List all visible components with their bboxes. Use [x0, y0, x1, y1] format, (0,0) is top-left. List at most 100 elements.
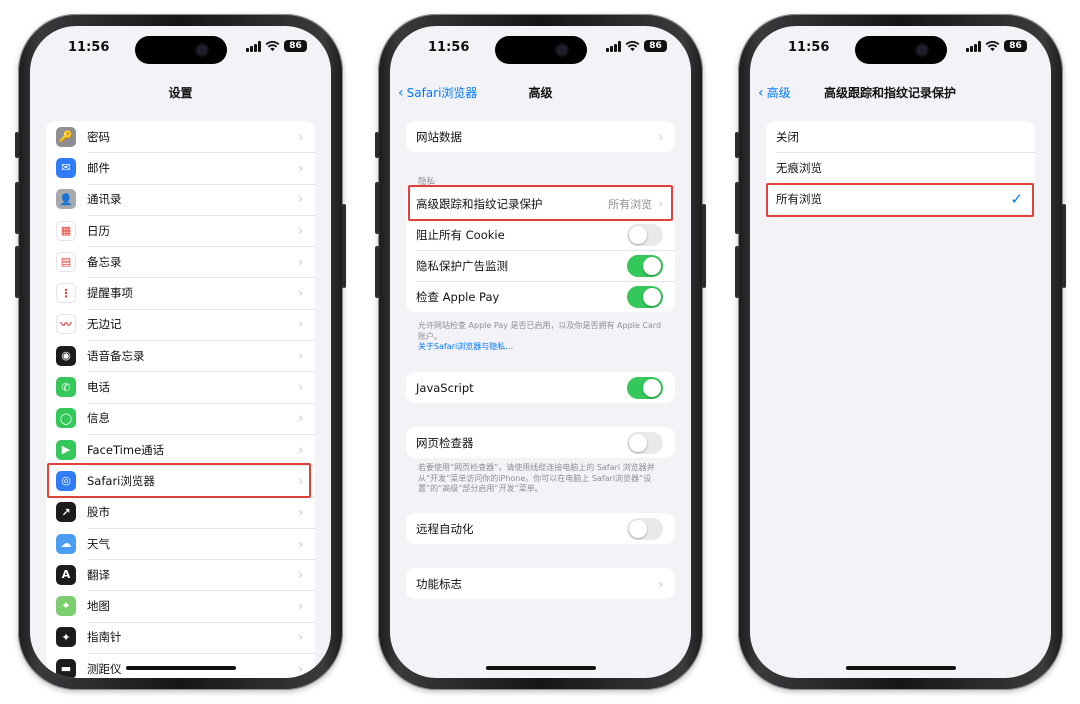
row-label: JavaScript — [416, 380, 474, 395]
highlight-all-browsing — [766, 183, 1034, 217]
apple-pay-note: 允许网站检查 Apple Pay 是否已启用，以及你是否拥有 Apple Car… — [418, 321, 665, 353]
dynamic-island — [854, 36, 947, 64]
row-label: 信息 — [87, 411, 110, 426]
block-cookies-row: 阻止所有 Cookie — [406, 219, 675, 250]
settings-row[interactable]: ▦ 日历 › — [46, 214, 315, 246]
row-label: 指南针 — [87, 630, 122, 645]
chevron-right-icon: › — [298, 129, 303, 144]
dynamic-island — [134, 36, 227, 64]
settings-row[interactable]: ◉ 语音备忘录 › — [46, 340, 315, 371]
settings-row[interactable]: ↗ 股市 › — [46, 496, 315, 528]
row-label: 备忘录 — [87, 254, 122, 269]
back-button[interactable]: ‹ 高级 — [758, 84, 791, 101]
home-indicator — [845, 666, 956, 670]
nav-bar: 设置 — [30, 84, 331, 106]
status-icons: 86 — [246, 40, 307, 52]
feature-flags-row[interactable]: 功能标志 › — [406, 568, 675, 599]
settings-list: 🔑 密码 › ✉ 邮件 › 👤 通讯录 › ▦ 日历 › ▤ 备忘录 › ⋮ 提醒事项 › 〰无边记 › ◉ 语音备忘录 ›… — [46, 121, 315, 678]
chevron-right-icon: › — [298, 223, 303, 238]
row-label: 远程自动化 — [416, 521, 474, 536]
page-title: 高级跟踪和指纹记录保护 — [824, 86, 957, 100]
option-private[interactable]: 无痕浏览 — [766, 152, 1035, 183]
remote-automation-group: 远程自动化 — [406, 513, 675, 544]
website-data-row[interactable]: 网站数据 › — [406, 121, 675, 152]
translate-icon: A — [56, 564, 76, 585]
wifi-icon — [625, 41, 640, 52]
settings-row[interactable]: ✦ 指南针 › — [46, 621, 315, 653]
volume-down-button — [15, 246, 19, 298]
screen-settings: 11:56 86 设置 🔑 密码 › ✉ 邮件 › 👤 通讯录 › ▦ 日历 › ▤ 备忘录 › ⋮ 提醒事项 ›… — [30, 26, 331, 678]
messages-icon: ◯ — [56, 408, 76, 429]
settings-row[interactable]: ✉ 邮件 › — [46, 152, 315, 183]
settings-row[interactable]: 🔑 密码 › — [46, 121, 315, 152]
battery-icon: 86 — [644, 40, 667, 52]
settings-row[interactable]: ⋮ 提醒事项 › — [46, 277, 315, 308]
apple-pay-row: 检查 Apple Pay — [406, 281, 675, 312]
contacts-icon: 👤 — [56, 189, 76, 210]
remote-automation-toggle[interactable] — [627, 517, 663, 540]
dynamic-island — [494, 36, 587, 64]
chevron-right-icon: › — [298, 411, 303, 426]
chevron-right-icon: › — [298, 192, 303, 207]
power-button — [1062, 204, 1066, 288]
page-title: 高级 — [528, 86, 553, 100]
javascript-toggle[interactable] — [627, 376, 663, 399]
status-icons: 86 — [966, 40, 1027, 52]
highlight-safari — [47, 463, 311, 498]
settings-row[interactable]: ⌖ 地图 › — [46, 590, 315, 621]
key-icon: 🔑 — [56, 126, 76, 147]
volume-up-button — [15, 182, 19, 234]
freeform-icon: 〰 — [56, 314, 76, 335]
phone-settings: 11:56 86 设置 🔑 密码 › ✉ 邮件 › 👤 通讯录 › ▦ 日历 › ▤ 备忘录 › ⋮ 提醒事项 ›… — [15, 14, 346, 690]
settings-row[interactable]: ▶ FaceTime通话 › — [46, 433, 315, 465]
status-icons: 86 — [606, 40, 667, 52]
web-inspector-toggle[interactable] — [627, 431, 663, 454]
measure-icon: ▬ — [56, 658, 76, 678]
phone-advanced: 11:56 86 ‹ Safari浏览器 高级 网站数据 › 隐私 高级跟踪和指… — [375, 14, 706, 690]
battery-icon: 86 — [284, 40, 307, 52]
chevron-right-icon: › — [298, 254, 303, 269]
chevron-right-icon: › — [298, 536, 303, 551]
row-label: 翻译 — [87, 567, 110, 582]
settings-row[interactable]: ▤ 备忘录 › — [46, 246, 315, 277]
row-label: 隐私保护广告监测 — [416, 258, 508, 273]
apple-pay-toggle[interactable] — [627, 285, 663, 308]
chevron-right-icon: › — [658, 576, 663, 591]
phone-icon: ✆ — [56, 377, 76, 398]
battery-icon: 86 — [1004, 40, 1027, 52]
settings-row[interactable]: 👤 通讯录 › — [46, 183, 315, 215]
row-label: 无边记 — [87, 317, 122, 332]
row-label: 密码 — [87, 129, 110, 144]
cellular-signal-icon — [966, 40, 981, 52]
settings-row[interactable]: A 翻译 › — [46, 559, 315, 590]
action-button — [15, 132, 19, 158]
volume-down-button — [375, 246, 379, 298]
volume-down-button — [735, 246, 739, 298]
javascript-group: JavaScript — [406, 372, 675, 403]
option-label: 无痕浏览 — [776, 160, 822, 175]
settings-row[interactable]: ✆ 电话 › — [46, 371, 315, 402]
chevron-right-icon: › — [298, 160, 303, 175]
settings-row[interactable]: ☁ 天气 › — [46, 527, 315, 559]
cellular-signal-icon — [246, 40, 261, 52]
screen-advanced: 11:56 86 ‹ Safari浏览器 高级 网站数据 › 隐私 高级跟踪和指… — [390, 26, 691, 678]
option-off[interactable]: 关闭 — [766, 121, 1035, 152]
option-label: 关闭 — [776, 129, 799, 144]
settings-row[interactable]: ◯ 信息 › — [46, 402, 315, 434]
chevron-right-icon: › — [298, 630, 303, 645]
chevron-right-icon: › — [298, 286, 303, 301]
status-time: 11:56 — [68, 40, 110, 55]
calendar-icon: ▦ — [56, 220, 76, 241]
block-cookies-toggle[interactable] — [627, 223, 663, 246]
mail-icon: ✉ — [56, 157, 76, 178]
settings-row[interactable]: 〰无边记 › — [46, 308, 315, 340]
apple-pay-note-text: 允许网站检查 Apple Pay 是否已启用，以及你是否拥有 Apple Car… — [418, 321, 662, 341]
phone-tracking: 11:56 86 ‹ 高级 高级跟踪和指纹记录保护 关闭 无痕浏览 所有浏览 ✓ — [735, 14, 1066, 690]
privacy-link[interactable]: 关于Safari浏览器与隐私… — [418, 342, 665, 353]
row-label: 电话 — [87, 380, 110, 395]
voice-memos-icon: ◉ — [56, 345, 76, 366]
home-indicator — [125, 666, 236, 670]
row-label: 检查 Apple Pay — [416, 289, 500, 304]
status-time: 11:56 — [788, 40, 830, 55]
privacy-ad-toggle[interactable] — [627, 254, 663, 277]
